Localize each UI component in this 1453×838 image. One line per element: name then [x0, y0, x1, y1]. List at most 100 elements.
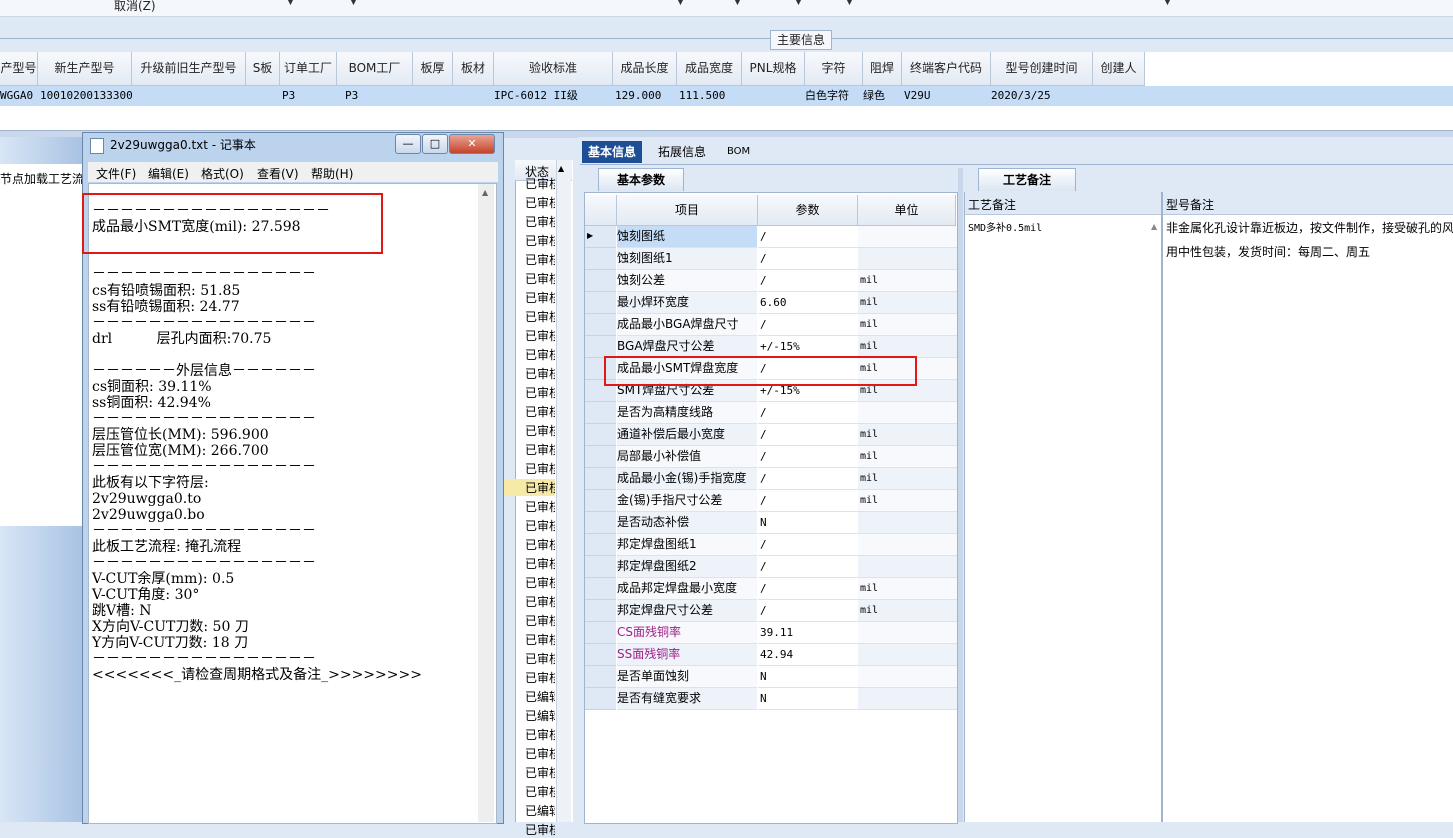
param-value[interactable]: /	[758, 600, 859, 622]
status-item[interactable]: 已审核	[525, 403, 555, 420]
status-item[interactable]: 已审核	[525, 536, 555, 553]
grid-col-header[interactable]: 板厚	[413, 52, 453, 86]
param-item[interactable]: BGA焊盘尺寸公差	[617, 336, 757, 358]
param-unit[interactable]	[858, 534, 957, 556]
status-item[interactable]: 已审核	[525, 270, 555, 287]
status-scrollbar[interactable]	[556, 160, 571, 822]
status-item[interactable]: 已审核	[525, 555, 555, 572]
param-item[interactable]: CS面残铜率	[617, 622, 757, 644]
status-item[interactable]: 已审核	[525, 783, 555, 800]
param-unit[interactable]: mil	[858, 314, 957, 336]
grid-col-header[interactable]: 升级前旧生产型号	[132, 52, 246, 86]
chevron-down-icon[interactable]: ▼	[350, 0, 357, 7]
param-unit[interactable]	[858, 556, 957, 578]
param-value[interactable]: /	[758, 578, 859, 600]
param-item[interactable]: 成品邦定焊盘最小宽度	[617, 578, 757, 600]
status-item[interactable]: 已审核	[525, 764, 555, 781]
param-value[interactable]: /	[758, 248, 859, 270]
param-item[interactable]: 成品最小BGA焊盘尺寸	[617, 314, 757, 336]
row-selector[interactable]	[585, 248, 616, 270]
param-item[interactable]: 是否为高精度线路	[617, 402, 757, 424]
status-item[interactable]: 已审核	[525, 517, 555, 534]
param-value[interactable]: /	[758, 446, 859, 468]
grid-cell[interactable]: P3	[345, 86, 358, 106]
status-item[interactable]: 已审核	[525, 289, 555, 306]
param-value[interactable]: 6.60	[758, 292, 859, 314]
menu-format[interactable]: 格式(O)	[201, 165, 244, 182]
notepad-scrollbar[interactable]	[478, 184, 494, 822]
status-item[interactable]: 已审核	[500, 479, 555, 496]
status-item[interactable]: 已编辑	[525, 707, 555, 724]
param-unit[interactable]	[858, 248, 957, 270]
status-item[interactable]: 已编辑	[525, 688, 555, 705]
grid-col-header[interactable]: BOM工厂	[337, 52, 413, 86]
param-item[interactable]: 蚀刻图纸1	[617, 248, 757, 270]
param-value[interactable]: /	[758, 468, 859, 490]
row-selector[interactable]	[585, 688, 616, 710]
param-unit[interactable]	[858, 622, 957, 644]
status-item[interactable]: 已审核	[525, 441, 555, 458]
param-value[interactable]: N	[758, 688, 859, 710]
param-value[interactable]: /	[758, 534, 859, 556]
param-item[interactable]: 成品最小金(锡)手指宽度	[617, 468, 757, 490]
param-unit[interactable]	[858, 226, 957, 248]
param-item[interactable]: 金(锡)手指尺寸公差	[617, 490, 757, 512]
param-item[interactable]: 蚀刻公差	[617, 270, 757, 292]
param-item[interactable]: 蚀刻图纸	[617, 226, 757, 248]
param-item[interactable]: 是否有缝宽要求	[617, 688, 757, 710]
param-unit[interactable]: mil	[858, 336, 957, 358]
row-selector[interactable]	[585, 534, 616, 556]
status-item[interactable]: 已审核	[525, 251, 555, 268]
param-unit[interactable]: mil	[858, 424, 957, 446]
chevron-down-icon[interactable]: ▼	[846, 0, 853, 7]
param-item[interactable]: 邦定焊盘图纸1	[617, 534, 757, 556]
grid-col-header[interactable]: 型号创建时间	[991, 52, 1093, 86]
status-item[interactable]: 已审核	[525, 612, 555, 629]
scroll-up-icon[interactable]: ▲	[1151, 222, 1157, 231]
tab-basic-info[interactable]: 基本信息	[582, 141, 643, 163]
grid-cell[interactable]: 10010200133300	[40, 86, 133, 106]
status-item[interactable]: 已审核	[525, 308, 555, 325]
grid-col-header[interactable]: 终端客户代码	[902, 52, 991, 86]
menu-file[interactable]: 文件(F)	[96, 165, 136, 182]
grid-col-header[interactable]: 成品长度	[613, 52, 677, 86]
param-unit[interactable]: mil	[858, 270, 957, 292]
status-item[interactable]: 已审核	[525, 346, 555, 363]
param-value[interactable]: N	[758, 512, 859, 534]
param-unit[interactable]: mil	[858, 292, 957, 314]
param-item[interactable]: 邦定焊盘尺寸公差	[617, 600, 757, 622]
grid-cell[interactable]: 绿色	[863, 86, 885, 106]
chevron-down-icon[interactable]: ▼	[287, 0, 294, 7]
grid-col-header[interactable]: 字符	[805, 52, 863, 86]
craft-notes-text[interactable]: SMD多补0.5mil	[968, 219, 1042, 234]
param-item[interactable]: 是否动态补偿	[617, 512, 757, 534]
chevron-down-icon[interactable]: ▼	[1164, 0, 1171, 7]
tab-basic-params[interactable]: 基本参数	[598, 168, 685, 191]
col-header-param[interactable]: 参数	[758, 195, 858, 226]
row-selector[interactable]	[585, 490, 616, 512]
status-item[interactable]: 已编辑	[525, 802, 555, 819]
param-value[interactable]: /	[758, 314, 859, 336]
grid-col-header[interactable]: 新生产型号	[38, 52, 132, 86]
param-value[interactable]: N	[758, 666, 859, 688]
status-item[interactable]: 已审核	[525, 384, 555, 401]
tab-bom[interactable]: BOM	[721, 141, 756, 163]
chevron-down-icon[interactable]: ▼	[734, 0, 741, 7]
status-item[interactable]: 已审核	[525, 422, 555, 439]
param-value[interactable]: /	[758, 490, 859, 512]
main-info-label[interactable]: 主要信息	[770, 30, 833, 50]
row-selector[interactable]	[585, 512, 616, 534]
cancel-button[interactable]: 取消(Z)	[114, 0, 156, 14]
grid-col-header[interactable]: 产型号	[0, 52, 38, 86]
param-value[interactable]: +/-15%	[758, 336, 859, 358]
row-selector[interactable]	[585, 336, 616, 358]
param-unit[interactable]	[858, 512, 957, 534]
status-item[interactable]: 已审核	[525, 631, 555, 648]
param-value[interactable]: 39.11	[758, 622, 859, 644]
grid-col-header[interactable]: 成品宽度	[677, 52, 742, 86]
param-unit[interactable]	[858, 644, 957, 666]
param-unit[interactable]: mil	[858, 600, 957, 622]
status-item[interactable]: 已审核	[525, 574, 555, 591]
row-selector[interactable]	[585, 314, 616, 336]
status-item[interactable]: 已审核	[525, 669, 555, 686]
